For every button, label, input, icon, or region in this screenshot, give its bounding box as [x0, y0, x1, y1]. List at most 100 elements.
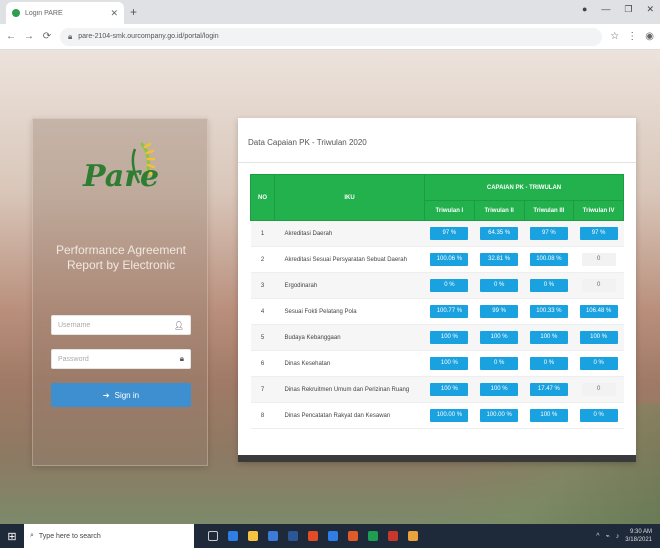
tab-title: Login PARE — [25, 9, 63, 17]
table-row: 2 Akreditasi Sesuai Persyaratan Sebuat Da… — [250, 246, 624, 273]
quarter-cell: 97 % — [524, 220, 574, 247]
quarter-value-button[interactable]: 100 % — [529, 331, 568, 344]
chrome-icon[interactable] — [408, 531, 418, 541]
network-icon[interactable]: ⌁ — [606, 532, 610, 540]
tab-favicon-icon — [12, 9, 20, 17]
quarter-cell: 100 % — [524, 324, 574, 351]
quarter-value-button[interactable]: 100 % — [430, 331, 469, 344]
quarter-value-button[interactable]: 99 % — [480, 305, 519, 318]
quarter-value-button[interactable]: 0 % — [480, 279, 519, 292]
quarter-value-button[interactable]: 0 % — [529, 357, 568, 370]
quarter-value-button[interactable]: 97 % — [529, 227, 568, 240]
office-icon[interactable] — [308, 531, 318, 541]
excel-icon[interactable] — [368, 531, 378, 541]
col-indicator-header: IKU — [274, 174, 425, 221]
url-bar[interactable]: 🔒︎ pare-2104-smk.ourcompany.go.id/portal… — [60, 27, 603, 46]
quarter-cell: 0 % — [573, 402, 624, 429]
table-row: 8 Dinas Pencatatan Rakyat dan Kesawan 100.… — [250, 402, 624, 429]
pdf-icon[interactable] — [388, 531, 398, 541]
quarter-cell: 100 % — [474, 376, 524, 403]
quarter-cell: 97 % — [424, 220, 475, 247]
powerpoint-icon[interactable] — [348, 531, 358, 541]
extensions-icon[interactable]: ⋮ — [627, 31, 637, 42]
taskbar-apps — [208, 531, 418, 541]
quarter-value-button[interactable]: 0 % — [579, 357, 618, 370]
col-group-header: CAPAIAN PK - TRIWULAN — [424, 174, 624, 201]
new-tab-icon[interactable]: + — [130, 2, 137, 24]
lock-icon: 🔒︎ — [179, 354, 184, 363]
quarter-value-button[interactable]: 0 % — [579, 409, 618, 422]
col-q1-header: Triwulan I — [424, 200, 475, 221]
word-icon[interactable] — [328, 531, 338, 541]
password-field[interactable]: Password 🔒︎ — [51, 349, 191, 369]
quarter-cell: 100 % — [424, 376, 475, 403]
quarter-value-button[interactable]: 100 % — [430, 357, 469, 370]
quarter-value-button[interactable]: 97 % — [579, 227, 618, 240]
card-title: Data Capaian PK - Triwulan 2020 — [248, 138, 367, 147]
back-icon[interactable]: ← — [6, 31, 16, 42]
quarter-value-button[interactable]: 100 % — [480, 331, 519, 344]
clock[interactable]: 9:30 AM 3/18/2021 — [625, 528, 652, 544]
sign-in-button[interactable]: ➔ Sign in — [51, 383, 191, 407]
table-row: 5 Budaya Kebanggaan 100 % 100 % 100 % 100 % — [250, 324, 624, 351]
quarter-cell: 100 % — [424, 324, 475, 351]
quarter-value-button[interactable]: 32.81 % — [480, 253, 519, 266]
maximize-icon[interactable]: ❐ — [624, 4, 632, 15]
quarter-value-button[interactable]: 100 % — [430, 383, 469, 396]
edge-icon[interactable] — [228, 531, 238, 541]
windows-start-icon[interactable]: ⊞ — [0, 530, 24, 543]
star-icon[interactable]: ☆ — [610, 31, 619, 42]
quarter-value-button[interactable]: 100.77 % — [430, 305, 469, 318]
profile-icon[interactable]: ● — [582, 4, 587, 15]
quarter-value-button[interactable]: 100 % — [480, 383, 519, 396]
taskbar-search[interactable]: ⌕ Type here to search — [24, 524, 194, 548]
quarter-value-button[interactable]: 0 % — [480, 357, 519, 370]
quarter-value-button[interactable]: 100.06 % — [430, 253, 469, 266]
minimize-icon[interactable]: — — [601, 4, 610, 15]
url-text: pare-2104-smk.ourcompany.go.id/portal/lo… — [78, 33, 219, 40]
address-bar-row: ← → ⟳ 🔒︎ pare-2104-smk.ourcompany.go.id/… — [0, 24, 660, 50]
row-number: 6 — [250, 350, 275, 377]
table-row: 1 Akreditasi Daerah 97 % 64.35 % 97 % 97 % — [250, 220, 624, 247]
window-close-icon[interactable]: ✕ — [646, 4, 654, 15]
quarter-value-button[interactable]: 100.08 % — [529, 253, 568, 266]
row-number: 2 — [250, 246, 275, 273]
quarter-cell: 17.47 % — [524, 376, 574, 403]
page-background: Pare Performance Agreement Report by Ele… — [0, 50, 660, 524]
volume-icon[interactable]: ♪ — [616, 533, 620, 540]
tray-chevron-icon[interactable]: ^ — [596, 533, 599, 540]
store-icon[interactable] — [268, 531, 278, 541]
quarter-value-button[interactable]: 100.33 % — [529, 305, 568, 318]
col-no-header: NO — [250, 174, 275, 221]
mail-icon[interactable] — [288, 531, 298, 541]
quarter-cell: 0 % — [573, 350, 624, 377]
quarter-value-button[interactable]: 100.00 % — [430, 409, 469, 422]
quarter-cell: 100.33 % — [524, 298, 574, 325]
browser-tab[interactable]: Login PARE ✕ — [6, 2, 124, 24]
quarter-value-button[interactable]: 17.47 % — [529, 383, 568, 396]
quarter-value-button[interactable]: 97 % — [430, 227, 469, 240]
tab-close-icon[interactable]: ✕ — [110, 8, 118, 19]
quarter-value-button[interactable]: 100 % — [529, 409, 568, 422]
file-explorer-icon[interactable] — [248, 531, 258, 541]
app-tagline: Performance Agreement Report by Electron… — [55, 243, 187, 272]
quarter-value-button[interactable]: 100 % — [579, 331, 618, 344]
quarter-cell: 99 % — [474, 298, 524, 325]
quarter-value: 0 — [581, 279, 616, 292]
forward-icon[interactable]: → — [24, 31, 34, 42]
quarter-value-button[interactable]: 64.35 % — [480, 227, 519, 240]
quarter-value-button[interactable]: 0 % — [529, 279, 568, 292]
quarter-value-button[interactable]: 106.48 % — [579, 305, 618, 318]
account-icon[interactable]: ◉ — [645, 31, 654, 42]
quarter-value-button[interactable]: 100.00 % — [480, 409, 519, 422]
task-view-icon[interactable] — [208, 531, 218, 541]
user-icon: 👤︎ — [173, 320, 184, 330]
quarter-cell: 100.00 % — [424, 402, 475, 429]
sign-in-arrow-icon: ➔ — [102, 390, 110, 400]
quarter-cell: 100 % — [474, 324, 524, 351]
quarter-value-button[interactable]: 0 % — [430, 279, 469, 292]
username-field[interactable]: Username 👤︎ — [51, 315, 191, 335]
table-row: 7 Dinas Rekruitmen Umum dan Perizinan Rua… — [250, 376, 624, 403]
windows-taskbar: ⊞ ⌕ Type here to search ^ ⌁ ♪ 9:30 AM 3/… — [0, 524, 660, 548]
reload-icon[interactable]: ⟳ — [42, 31, 52, 42]
